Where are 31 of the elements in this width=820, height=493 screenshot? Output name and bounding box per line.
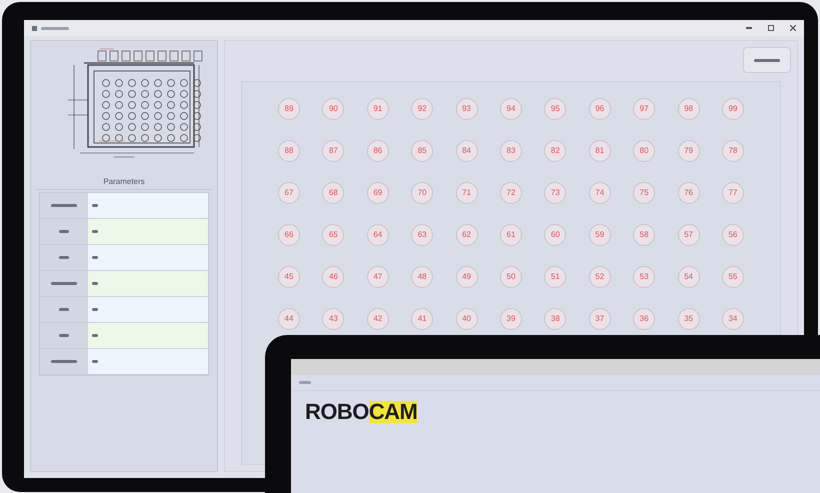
parameter-value-field[interactable] — [88, 271, 208, 296]
illegible-text — [59, 308, 69, 311]
illegible-text — [754, 58, 780, 62]
illegible-text — [92, 230, 98, 233]
minimize-icon[interactable] — [746, 27, 752, 29]
illegible-text — [51, 360, 77, 363]
illegible-text — [92, 204, 98, 207]
illegible-text — [92, 308, 98, 311]
illegible-text — [59, 334, 69, 337]
parameter-value-field[interactable] — [88, 219, 208, 244]
illegible-text — [59, 230, 69, 233]
illegible-text — [92, 360, 98, 363]
parameter-value-field[interactable] — [88, 193, 208, 218]
logo: ROBOCAM — [305, 401, 418, 423]
close-icon[interactable] — [790, 25, 796, 31]
illegible-text — [51, 282, 77, 285]
illegible-text — [92, 282, 98, 285]
parameter-value-field[interactable] — [88, 297, 208, 322]
illegible-text — [51, 204, 77, 207]
illegible-text — [59, 256, 69, 259]
illegible-text — [41, 26, 69, 30]
illegible-text — [299, 381, 311, 384]
parameter-value-field[interactable] — [88, 349, 208, 374]
illegible-text — [92, 256, 98, 259]
illegible-text — [92, 334, 98, 337]
maximize-icon[interactable] — [768, 25, 774, 31]
app-icon — [32, 26, 37, 30]
parameter-value-field[interactable] — [88, 323, 208, 348]
parameters-header: Parameters — [35, 174, 213, 190]
parameter-value-field[interactable] — [88, 245, 208, 270]
toolbar-button[interactable] — [743, 47, 791, 73]
